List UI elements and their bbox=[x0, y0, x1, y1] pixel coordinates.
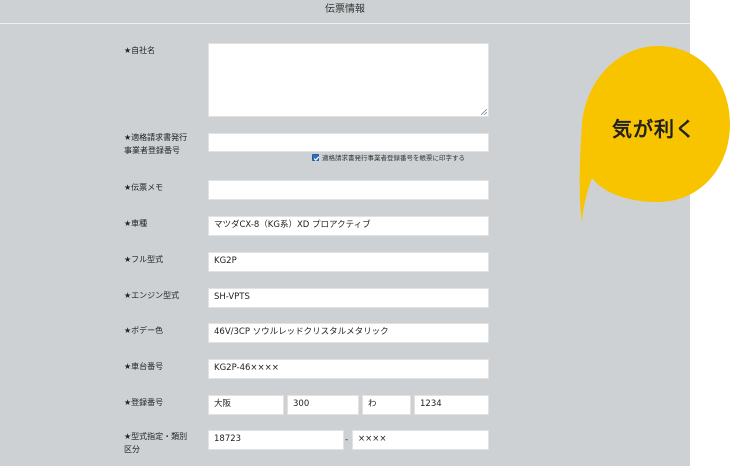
company-name-label: ★自社名 bbox=[124, 46, 156, 55]
chassis-number-label: ★車台番号 bbox=[124, 362, 164, 371]
vehicle-model-label: ★車種 bbox=[124, 219, 148, 228]
print-registration-checkbox-label: 適格請求書発行事業者登録番号を帳票に印字する bbox=[322, 154, 465, 162]
invoice-registration-label-line2: 事業者登録番号 bbox=[124, 146, 180, 155]
company-name-textarea[interactable] bbox=[208, 43, 489, 117]
resize-handle-icon[interactable] bbox=[481, 109, 487, 115]
type-designation-separator: - bbox=[345, 435, 349, 445]
registration-region-input[interactable]: 大阪 bbox=[208, 395, 284, 415]
registration-serial-input[interactable]: 1234 bbox=[414, 395, 489, 415]
callout-text: 気が利く bbox=[612, 117, 696, 141]
chassis-number-input[interactable]: KG2P-46×××× bbox=[208, 359, 489, 379]
type-designation-label-line1: ★型式指定・類別 bbox=[124, 432, 188, 441]
type-designation-label: ★型式指定・類別 区分 bbox=[124, 430, 187, 456]
body-color-input[interactable]: 46V/3CP ソウルレッドクリスタルメタリック bbox=[208, 323, 489, 343]
registration-number-label: ★登録番号 bbox=[124, 398, 164, 407]
registration-class-input[interactable]: 300 bbox=[287, 395, 359, 415]
print-registration-checkbox[interactable] bbox=[312, 153, 320, 161]
panel-title: 伝票情報 bbox=[0, 0, 690, 24]
invoice-registration-label: ★適格請求書発行 事業者登録番号 bbox=[124, 131, 187, 157]
vehicle-model-input[interactable]: マツダCX-8（KG系）XD プロアクティブ bbox=[208, 216, 489, 236]
print-registration-checkbox-row[interactable]: 適格請求書発行事業者登録番号を帳票に印字する bbox=[312, 152, 465, 162]
registration-kana-input[interactable]: わ bbox=[362, 395, 411, 415]
memo-label: ★伝票メモ bbox=[124, 183, 164, 192]
full-model-code-label: ★フル型式 bbox=[124, 255, 164, 264]
category-number-input[interactable]: ×××× bbox=[352, 430, 489, 450]
body-color-label: ★ボデー色 bbox=[124, 326, 164, 335]
type-designation-label-line2: 区分 bbox=[124, 445, 140, 454]
invoice-registration-label-line1: ★適格請求書発行 bbox=[124, 133, 188, 142]
engine-model-label: ★エンジン型式 bbox=[124, 291, 180, 300]
checkmark-icon bbox=[313, 155, 320, 161]
full-model-code-input[interactable]: KG2P bbox=[208, 252, 489, 272]
type-designation-number-input[interactable]: 18723 bbox=[208, 430, 344, 450]
engine-model-input[interactable]: SH-VPTS bbox=[208, 288, 489, 308]
memo-input[interactable] bbox=[208, 180, 489, 200]
invoice-registration-input[interactable] bbox=[208, 133, 489, 152]
